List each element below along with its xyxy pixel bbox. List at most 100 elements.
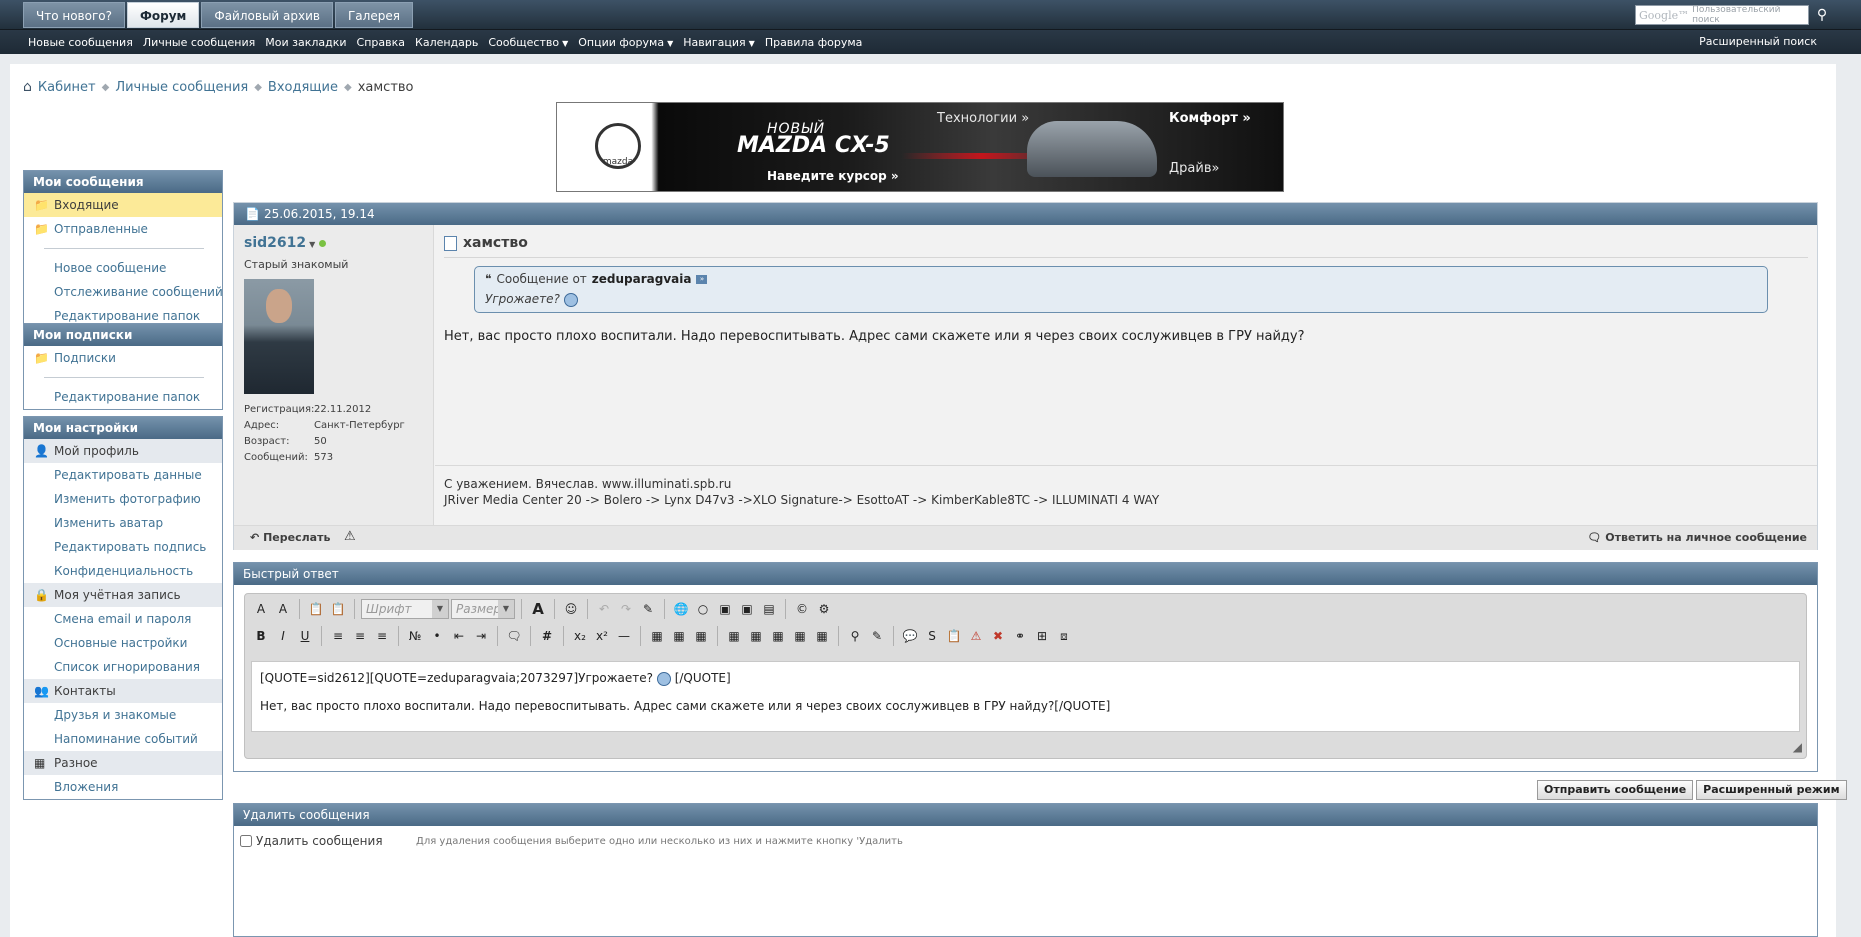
delete-table-icon[interactable]: ▦ [691, 626, 711, 646]
delete-row-icon[interactable]: ▦ [746, 626, 766, 646]
subscript-icon[interactable]: x₂ [570, 626, 590, 646]
delete-checkbox[interactable] [240, 835, 252, 847]
sidebar-item-change-photo[interactable]: Изменить фотографию [24, 487, 222, 511]
table-props-icon[interactable]: ▦ [669, 626, 689, 646]
nav-calendar[interactable]: Календарь [415, 36, 478, 49]
clipboard-icon[interactable]: 📋 [944, 626, 964, 646]
size-select[interactable]: Размер ▼ [451, 599, 515, 619]
banner-cta[interactable]: Наведите курсор » [767, 169, 899, 183]
sidebar-item-privacy[interactable]: Конфиденциальность [24, 559, 222, 583]
attach-image-icon[interactable]: ▣ [737, 599, 757, 619]
align-right-icon[interactable]: ≡ [372, 626, 392, 646]
table-icon[interactable]: ▦ [647, 626, 667, 646]
copyright-icon[interactable]: © [792, 599, 812, 619]
sidebar-item-edit-signature[interactable]: Редактировать подпись [24, 535, 222, 559]
sidebar-item-event-reminders[interactable]: Напоминание событий [24, 727, 222, 751]
smiley-icon[interactable]: ☺ [561, 599, 581, 619]
reply-pm-button[interactable]: 🗨 Ответить на личное сообщение [1587, 531, 1807, 544]
breadcrumb-inbox[interactable]: Входящие [268, 80, 338, 95]
tab-gallery[interactable]: Галерея [334, 2, 413, 28]
breadcrumb-private-messages[interactable]: Личные сообщения [115, 80, 248, 95]
forward-button[interactable]: ↶ Переслать [250, 531, 330, 544]
sidebar-item-attachments[interactable]: Вложения [24, 775, 222, 799]
find-icon[interactable]: ⚲ [845, 626, 865, 646]
sidebar-item-edit-data[interactable]: Редактировать данные [24, 463, 222, 487]
nav-forum-rules[interactable]: Правила форума [765, 36, 863, 49]
video-icon[interactable]: ▤ [759, 599, 779, 619]
text-color-icon[interactable]: A [528, 599, 548, 619]
unlink-icon[interactable]: ○ [693, 599, 713, 619]
horizontal-rule-icon[interactable]: — [614, 626, 634, 646]
tab-whats-new[interactable]: Что нового? [23, 2, 125, 28]
stop-icon[interactable]: ✖ [988, 626, 1008, 646]
sidebar-item-general-settings[interactable]: Основные настройки [24, 631, 222, 655]
unordered-list-icon[interactable]: • [427, 626, 447, 646]
delete-column-icon[interactable]: ▦ [790, 626, 810, 646]
bold-icon[interactable]: B [251, 626, 271, 646]
report-icon[interactable]: ⚠ [344, 529, 356, 544]
banner-drive-link[interactable]: Драйв» [1169, 161, 1219, 176]
home-icon[interactable]: ⌂ [23, 79, 32, 95]
resize-handle-icon[interactable]: ◢ [1793, 740, 1802, 754]
nav-bookmarks[interactable]: Мои закладки [265, 36, 346, 49]
tab-file-archive[interactable]: Файловый архив [201, 2, 333, 28]
search-icon[interactable]: ⚲ [1813, 5, 1831, 25]
username-link[interactable]: sid2612 ▼ [244, 235, 315, 251]
nav-new-posts[interactable]: Новые сообщения [28, 36, 133, 49]
reply-textarea[interactable]: [QUOTE=sid2612][QUOTE=zeduparagvaia;2073… [251, 661, 1800, 732]
search-input[interactable]: Google™ Пользовательский поиск [1635, 5, 1809, 25]
sidebar-item-subscriptions[interactable]: 📁 Подписки [24, 346, 222, 370]
ordered-list-icon[interactable]: № [405, 626, 425, 646]
remove-format-icon[interactable]: A [251, 599, 271, 619]
underline-icon[interactable]: U [295, 626, 315, 646]
replace-icon[interactable]: ✎ [867, 626, 887, 646]
view-post-icon[interactable]: » [696, 274, 708, 284]
spoiler-icon[interactable]: 💬 [900, 626, 920, 646]
sidebar-item-ignore-list[interactable]: Список игнорирования [24, 655, 222, 679]
highlight-icon[interactable]: ✎ [638, 599, 658, 619]
redo-icon[interactable]: ↷ [616, 599, 636, 619]
warning-icon[interactable]: ⚠ [966, 626, 986, 646]
tab-forum[interactable]: Форум [127, 2, 200, 28]
merge-cells-icon[interactable]: ▦ [812, 626, 832, 646]
insert-row-icon[interactable]: ▦ [724, 626, 744, 646]
paste-text-icon[interactable]: 📋 [328, 599, 348, 619]
sidebar-item-friends[interactable]: Друзья и знакомые [24, 703, 222, 727]
switch-mode-icon[interactable]: A [273, 599, 293, 619]
maximize-icon[interactable]: ⧈ [1054, 626, 1074, 646]
strikethrough-icon[interactable]: S [922, 626, 942, 646]
expand-icon[interactable]: ⊞ [1032, 626, 1052, 646]
advanced-search-link[interactable]: Расширенный поиск [1699, 30, 1817, 54]
superscript-icon[interactable]: x² [592, 626, 612, 646]
nav-private-messages[interactable]: Личные сообщения [143, 36, 255, 49]
sidebar-item-new-message[interactable]: Новое сообщение [24, 256, 222, 280]
paste-icon[interactable]: 📋 [306, 599, 326, 619]
nav-forum-options[interactable]: Опции форума ▼ [578, 36, 673, 49]
undo-icon[interactable]: ↶ [594, 599, 614, 619]
nav-help[interactable]: Справка [357, 36, 405, 49]
ad-banner[interactable]: mazda НОВЫЙ MAZDA CX-5 Наведите курсор »… [556, 102, 1284, 192]
quote-icon[interactable]: 🗨 [504, 626, 524, 646]
settings-icon[interactable]: ⚙ [814, 599, 834, 619]
sidebar-item-sent[interactable]: 📁 Отправленные [24, 217, 222, 241]
send-message-button[interactable]: Отправить сообщение [1537, 780, 1694, 800]
insert-column-icon[interactable]: ▦ [768, 626, 788, 646]
avatar[interactable] [244, 279, 314, 394]
advanced-mode-button[interactable]: Расширенный режим [1696, 780, 1847, 800]
sidebar-item-change-email-password[interactable]: Смена email и пароля [24, 607, 222, 631]
align-left-icon[interactable]: ≡ [328, 626, 348, 646]
breadcrumb-cabinet[interactable]: Кабинет [38, 80, 96, 95]
banner-comfort-link[interactable]: Комфорт » [1169, 111, 1251, 126]
hash-icon[interactable]: # [537, 626, 557, 646]
hint-icon[interactable]: ⚭ [1010, 626, 1030, 646]
align-center-icon[interactable]: ≡ [350, 626, 370, 646]
sidebar-item-edit-subscription-folders[interactable]: Редактирование папок [24, 385, 222, 409]
nav-navigation[interactable]: Навигация ▼ [683, 36, 755, 49]
link-icon[interactable]: 🌐 [671, 599, 691, 619]
italic-icon[interactable]: I [273, 626, 293, 646]
sidebar-item-inbox[interactable]: 📁 Входящие [24, 193, 222, 217]
indent-icon[interactable]: ⇥ [471, 626, 491, 646]
nav-community[interactable]: Сообщество ▼ [488, 36, 568, 49]
banner-tech-link[interactable]: Технологии » [937, 111, 1029, 126]
sidebar-item-track-messages[interactable]: Отслеживание сообщений [24, 280, 223, 304]
